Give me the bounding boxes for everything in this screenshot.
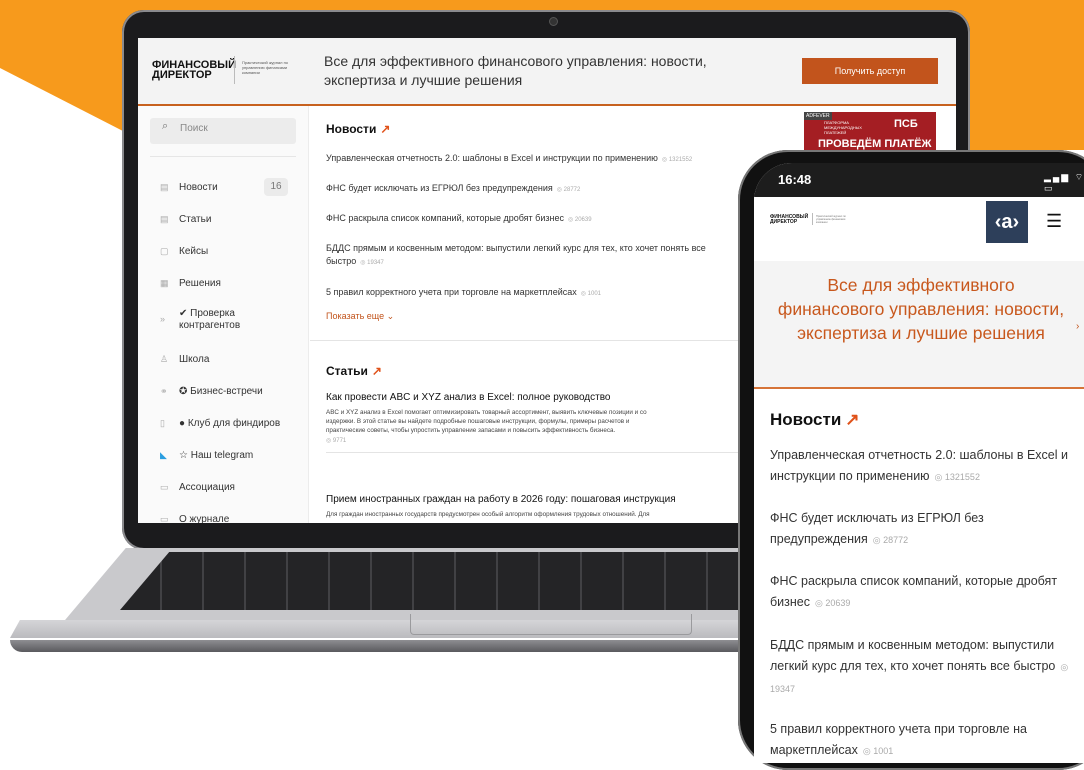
views-count: ◎ 1001 — [580, 291, 601, 297]
logo-divider — [234, 56, 235, 84]
sidebar-item-news[interactable]: ▤ Новости 16 — [138, 178, 308, 202]
arrow-up-right-icon: ↗ — [380, 122, 391, 136]
sidebar: ▤ Новости 16 ▤ Статьи ▢ Кейсы ▦ Решения … — [138, 106, 309, 523]
sidebar-item-about[interactable]: ▭ О журнале — [138, 510, 308, 523]
sidebar-item-label: Кейсы — [179, 246, 209, 257]
hero-title: Все для эффективного финансового управле… — [777, 275, 1065, 343]
views-count: ◎ 20639 — [814, 598, 851, 608]
chevron-right-icon: » — [160, 314, 166, 324]
views-count: ◎ 9771 — [326, 438, 347, 444]
calendar-icon: ▢ — [160, 246, 169, 256]
sidebar-item-label: ✔ Проверка контрагентов — [179, 308, 241, 331]
sidebar-divider — [150, 156, 296, 157]
trackpad — [410, 614, 692, 635]
site-header: ФИНАНСОВЫЙ ДИРЕКТОР Практический журнал … — [138, 38, 956, 106]
section-divider — [310, 340, 786, 341]
news-section-title[interactable]: Новости ↗ — [770, 410, 860, 430]
camera — [549, 17, 558, 26]
views-count: ◎ 1321552 — [934, 472, 980, 482]
handshake-icon: ⚭ — [160, 386, 168, 396]
chevron-right-icon[interactable]: › — [1076, 321, 1079, 332]
clock: 16:48 — [778, 172, 812, 187]
association-icon: ▭ — [160, 482, 169, 492]
document-icon: ▯ — [160, 418, 165, 428]
get-access-button[interactable]: Получить доступ — [802, 58, 938, 84]
sidebar-item-articles[interactable]: ▤ Статьи — [138, 210, 308, 234]
news-item[interactable]: Управленческая отчетность 2.0: шаблоны в… — [326, 152, 786, 167]
arrow-up-right-icon: ↗ — [371, 364, 382, 378]
sidebar-item-label: Статьи — [179, 214, 212, 225]
article-title[interactable]: Прием иностранных граждан на работу в 20… — [326, 494, 786, 505]
search-placeholder: Поиск — [180, 123, 208, 134]
sidebar-item-business-meetings[interactable]: ⚭ ✪ Бизнес-встречи — [138, 382, 308, 406]
ad-text: ПЛАТФОРМА МЕЖДУНАРОДНЫХ ПЛАТЕЖЕЙ — [824, 120, 862, 135]
sidebar-item-telegram[interactable]: ◣ ☆ Наш telegram — [138, 446, 308, 470]
article-description: Для граждан иностранных государств преду… — [326, 511, 650, 518]
article-description: ABC и XYZ анализ в Excel помогает оптими… — [326, 409, 647, 416]
person-icon: ♙ — [160, 354, 169, 364]
article-description: издержки. В этой статье вы найдете подро… — [326, 418, 630, 425]
article-description: практические советы, чтобы упростить упр… — [326, 427, 616, 434]
sidebar-item-label: Школа — [179, 354, 210, 365]
news-item[interactable]: ФНС будет исключать из ЕГРЮЛ без предупр… — [326, 182, 786, 197]
page-title: Все для эффективного финансового управле… — [324, 53, 707, 88]
mobile-header: ФИНАНСОВЫЙ ДИРЕКТОР Практический журнал … — [754, 197, 1084, 261]
ad-brand: ПСБ — [894, 118, 918, 130]
sidebar-item-cases[interactable]: ▢ Кейсы — [138, 242, 308, 266]
chat-icon: ▭ — [160, 514, 169, 523]
signal-wifi-battery-icon: ▂▄▆ ⌔ ▭ — [1044, 172, 1084, 193]
logo-tagline: Практический журнал по управлению финанс… — [242, 60, 288, 75]
news-item[interactable]: ФНС раскрыла список компаний, которые др… — [326, 212, 786, 227]
news-item[interactable]: ФНС будет исключать из ЕГРЮЛ без предупр… — [770, 508, 1076, 551]
news-item[interactable]: БДДС прямым и косвенным методом: выпусти… — [770, 635, 1076, 700]
ad-banner[interactable]: ADFEVER ПЛАТФОРМА МЕЖДУНАРОДНЫХ ПЛАТЕЖЕЙ… — [804, 112, 936, 152]
sidebar-item-label: ● Клуб для финдиров — [179, 418, 281, 429]
sidebar-item-label: ✪ Бизнес-встречи — [179, 386, 263, 397]
logo-tagline: Практический журнал по управлению финанс… — [816, 215, 846, 224]
hamburger-menu-icon[interactable]: ☰ — [1046, 211, 1062, 232]
show-more-link[interactable]: Показать еще ⌄ — [326, 311, 394, 322]
site-logo[interactable]: ФИНАНСОВЫЙ ДИРЕКТОР — [770, 215, 810, 225]
sidebar-item-school[interactable]: ♙ Школа — [138, 350, 308, 374]
views-count: ◎ 28772 — [556, 187, 581, 193]
sidebar-item-association[interactable]: ▭ Ассоциация — [138, 478, 308, 502]
news-count-badge: 16 — [264, 178, 288, 196]
views-count: ◎ 1321552 — [661, 157, 693, 163]
news-section-title[interactable]: Новости ↗ — [326, 122, 390, 136]
views-count: ◎ 1001 — [862, 746, 894, 756]
article-divider — [326, 452, 746, 453]
site-logo[interactable]: ФИНАНСОВЫЙ ДИРЕКТОР — [152, 60, 236, 81]
logo-divider — [812, 213, 813, 225]
brand-icon[interactable]: ‹a› — [986, 201, 1028, 243]
news-item[interactable]: 5 правил корректного учета при торговле … — [326, 286, 786, 301]
telegram-icon: ◣ — [160, 450, 167, 460]
sidebar-item-counterparty-check[interactable]: » ✔ Проверка контрагентов — [138, 304, 308, 336]
news-item[interactable]: 5 правил корректного учета при торговле … — [770, 719, 1076, 762]
grid-icon: ▦ — [160, 278, 169, 288]
arrow-up-right-icon: ↗ — [845, 410, 860, 429]
sidebar-item-label: Решения — [179, 278, 221, 289]
views-count: ◎ 19347 — [360, 260, 384, 266]
sidebar-item-label: ☆ Наш telegram — [179, 450, 254, 461]
articles-icon: ▤ — [160, 214, 169, 224]
news-icon: ▤ — [160, 182, 169, 192]
views-count: ◎ 20639 — [567, 217, 592, 223]
sidebar-item-cfo-club[interactable]: ▯ ● Клуб для финдиров — [138, 414, 308, 438]
search-icon: ⌕ — [162, 120, 169, 132]
views-count: ◎ 28772 — [872, 535, 909, 545]
ad-label: ADFEVER — [804, 112, 832, 120]
news-item[interactable]: БДДС прямым и косвенным методом: выпусти… — [326, 242, 726, 270]
news-item[interactable]: ФНС раскрыла список компаний, которые др… — [770, 571, 1076, 614]
phone-screen: 16:48 ▂▄▆ ⌔ ▭ ФИНАНСОВЫЙ ДИРЕКТОР Практи… — [754, 163, 1084, 763]
ad-headline: ПРОВЕДЁМ ПЛАТЁЖ — [818, 138, 932, 150]
sidebar-item-label: О журнале — [179, 514, 230, 523]
search-input[interactable] — [150, 118, 296, 144]
article-title[interactable]: Как провести ABC и XYZ анализ в Excel: п… — [326, 392, 786, 403]
main-content: Новости ↗ Управленческая отчетность 2.0: … — [310, 106, 786, 523]
status-bar: 16:48 ▂▄▆ ⌔ ▭ — [754, 163, 1084, 197]
sidebar-item-label: Ассоциация — [179, 482, 235, 493]
sidebar-item-solutions[interactable]: ▦ Решения — [138, 274, 308, 298]
news-item[interactable]: Управленческая отчетность 2.0: шаблоны в… — [770, 445, 1076, 488]
articles-section-title[interactable]: Статьи ↗ — [326, 364, 382, 378]
